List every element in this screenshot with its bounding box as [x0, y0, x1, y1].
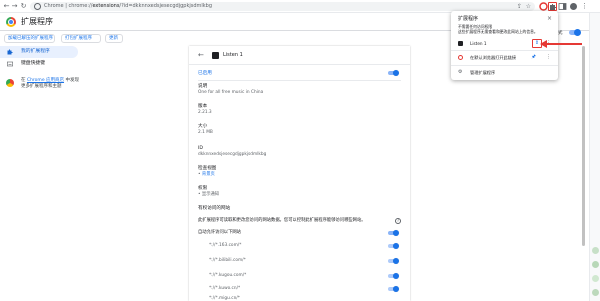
site-entry: *://*.kuwo.cn/*	[209, 286, 241, 291]
permission-item: 显示通知	[201, 192, 220, 197]
open-link-icon	[458, 55, 463, 60]
rail-app-icon[interactable]	[592, 247, 599, 254]
listen1-icon	[458, 41, 463, 46]
web-store-icon	[6, 79, 14, 87]
pin-icon[interactable]: 🖈	[531, 53, 536, 62]
site-entry: *://*.migu.cn/*	[209, 296, 240, 301]
site-entry: *://*.kugou.com/*	[209, 273, 247, 278]
extension-red-icon[interactable]	[539, 2, 548, 11]
id-value: dkknnxedsjesecgdjgpkjsdmlkbg	[198, 152, 267, 157]
gear-icon: ⚙	[458, 69, 463, 75]
puzzle-icon	[7, 49, 13, 55]
auto-allow-label: 自动允许访问以下网站	[198, 230, 241, 235]
enable-toggle[interactable]	[388, 69, 399, 76]
scrollbar[interactable]	[582, 46, 586, 266]
site-toggle[interactable]	[388, 257, 399, 264]
sidebar: 我的扩展程序 键盘快捷键 在 Chrome 应用商店 中发现 更多扩展程序和主题	[0, 46, 185, 90]
extension-name: Listen 1	[223, 52, 243, 58]
extensions-puzzle-icon[interactable]	[548, 2, 557, 11]
listen1-icon	[212, 52, 219, 59]
size-value: 2.1 MB	[198, 130, 213, 135]
rail-app-icon[interactable]	[592, 261, 599, 268]
manage-extensions-label: 管理扩展程序	[470, 70, 496, 75]
store-promo: 在 Chrome 应用商店 中发现 更多扩展程序和主题	[0, 78, 185, 90]
extension-detail-card: ← Listen 1 已启用 说明 One for all free music…	[189, 46, 410, 301]
rail-app-icon[interactable]	[592, 289, 599, 296]
help-icon[interactable]: ?	[395, 218, 401, 224]
popup-item-listen1[interactable]: Listen 1 ⇕ ⋮	[458, 39, 553, 48]
more-icon[interactable]: ⋮	[546, 53, 551, 62]
description-value: One for all free music in China	[198, 90, 264, 95]
site-toggle[interactable]	[388, 242, 399, 249]
auto-allow-toggle[interactable]	[388, 229, 399, 236]
site-access-label: 有权访问的网站	[198, 206, 231, 211]
reload-icon[interactable]: ↻	[19, 2, 28, 11]
popup-title: 扩展程序	[458, 16, 479, 22]
sidepanel-icon[interactable]	[558, 2, 567, 11]
enabled-label: 已启用	[198, 71, 212, 76]
manage-extensions-item[interactable]: ⚙ 管理扩展程序	[458, 68, 553, 77]
scroll-thumb[interactable]	[582, 46, 585, 246]
background-page-link[interactable]: 背景页	[202, 172, 215, 177]
close-icon[interactable]: ×	[547, 15, 552, 22]
menu-icon[interactable]: ⋮	[580, 2, 589, 11]
page-title: 扩展程序	[21, 17, 53, 26]
update-button[interactable]: 更新	[105, 34, 123, 43]
version-value: 2.21.3	[198, 110, 212, 115]
chrome-logo	[6, 17, 16, 27]
site-entry: *://*.bilibili.com/*	[209, 258, 246, 263]
web-store-link[interactable]: Chrome 应用商店	[27, 78, 64, 83]
site-entry: *://*.163.com/*	[209, 243, 242, 248]
site-toggle[interactable]	[388, 285, 399, 292]
rail-app-icon[interactable]	[592, 275, 599, 282]
side-rail	[589, 13, 600, 301]
sidebar-item-label: 我的扩展程序	[21, 49, 50, 54]
sidebar-item-shortcuts[interactable]: 键盘快捷键	[0, 58, 185, 70]
annotation-arrow-head	[540, 40, 547, 48]
keyboard-icon	[7, 61, 13, 67]
sidebar-item-label: 键盘快捷键	[21, 61, 45, 66]
bookmark-star-icon[interactable]: ☆	[526, 3, 531, 10]
divider	[198, 80, 401, 81]
sidebar-item-my-extensions[interactable]: 我的扩展程序	[0, 46, 78, 58]
omnibox[interactable]: Chrome | chrome://extensions/?id=dkknnxe…	[30, 2, 535, 11]
load-unpacked-button[interactable]: 加载已解压的扩展程序	[4, 34, 55, 43]
popup-item-open-link[interactable]: 在默认浏览器打开此链接 🖈 ⋮	[458, 53, 553, 62]
forward-icon[interactable]: →	[10, 2, 19, 11]
chrome-icon	[34, 3, 41, 10]
divider	[451, 50, 558, 51]
site-access-description: 此扩展程序可读取和更改您访问的网站数据。您可以控制此扩展程序能够访问哪些网站。	[198, 218, 366, 223]
popup-item-label: Listen 1	[470, 41, 487, 46]
site-toggle[interactable]	[388, 272, 399, 279]
profile-avatar[interactable]	[569, 2, 578, 11]
detail-header: ← Listen 1	[189, 46, 410, 65]
popup-description: 这些扩展程序无需查看和更改此网站上的信息。	[458, 29, 538, 34]
divider	[451, 65, 558, 66]
pack-extension-button[interactable]: 打包扩展程序	[61, 34, 101, 43]
url-text[interactable]: Chrome | chrome://extensions/?id=dkknnxe…	[44, 3, 212, 10]
back-arrow-icon[interactable]: ←	[198, 52, 204, 59]
popup-item-label: 在默认浏览器打开此链接	[470, 55, 517, 60]
share-icon[interactable]: ⇪	[517, 3, 522, 10]
annotation-arrow-line	[545, 43, 582, 45]
